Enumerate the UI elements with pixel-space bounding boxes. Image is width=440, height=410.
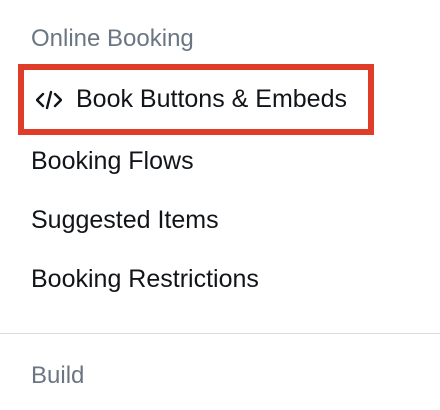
section-heading-build: Build (31, 362, 85, 389)
nav-item-booking-restrictions[interactable]: Booking Restrictions (31, 267, 259, 292)
code-icon (36, 89, 62, 111)
nav-item-booking-flows[interactable]: Booking Flows (31, 149, 194, 174)
nav-item-book-buttons-embeds[interactable]: Book Buttons & Embeds (18, 64, 374, 135)
section-heading-online-booking: Online Booking (31, 25, 194, 52)
section-divider (0, 333, 440, 334)
nav-item-label: Book Buttons & Embeds (76, 85, 347, 113)
nav-item-suggested-items[interactable]: Suggested Items (31, 208, 219, 233)
